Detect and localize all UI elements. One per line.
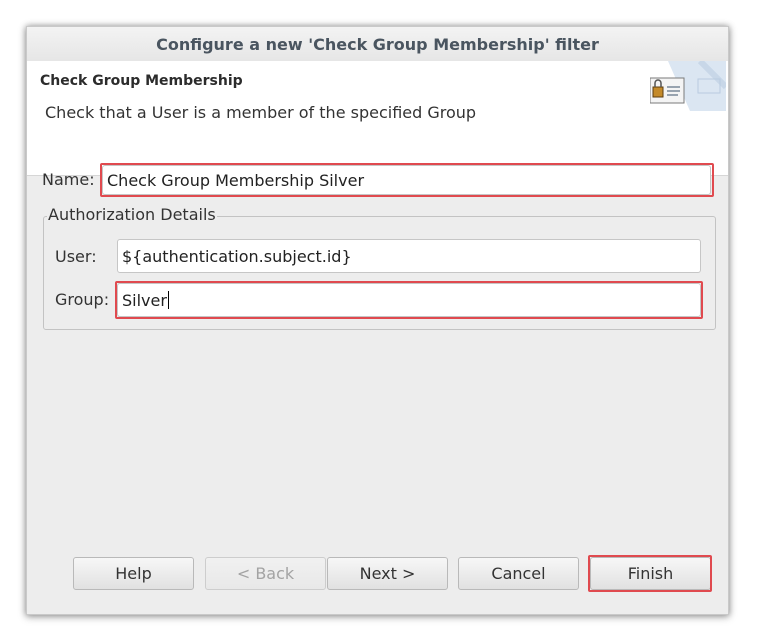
group-box-title: Authorization Details — [47, 205, 217, 224]
banner-description: Check that a User is a member of the spe… — [45, 103, 477, 122]
user-label: User: — [55, 247, 97, 266]
group-field[interactable]: Silver — [117, 283, 701, 317]
banner-title: Check Group Membership — [40, 73, 243, 89]
text-cursor — [167, 291, 169, 309]
user-field[interactable]: ${authentication.subject.id} — [117, 239, 701, 273]
wizard-banner: Check Group Membership Check that a User… — [27, 58, 729, 176]
finish-button[interactable]: Finish — [590, 557, 711, 590]
dialog-titlebar[interactable]: Configure a new 'Check Group Membership'… — [27, 27, 728, 61]
name-label: Name: — [42, 170, 95, 189]
back-button[interactable]: < Back — [205, 557, 326, 590]
group-field-value: Silver — [122, 290, 167, 310]
name-field-value: Check Group Membership Silver — [107, 170, 365, 190]
user-field-value: ${authentication.subject.id} — [122, 246, 352, 266]
help-button[interactable]: Help — [73, 557, 194, 590]
user-card-icon — [649, 58, 729, 111]
dialog-title: Configure a new 'Check Group Membership'… — [156, 34, 599, 54]
next-button[interactable]: Next > — [327, 557, 448, 590]
cancel-button[interactable]: Cancel — [458, 557, 579, 590]
group-label: Group: — [55, 290, 110, 309]
name-field[interactable]: Check Group Membership Silver — [102, 165, 711, 195]
configure-filter-dialog: Configure a new 'Check Group Membership'… — [26, 26, 729, 615]
